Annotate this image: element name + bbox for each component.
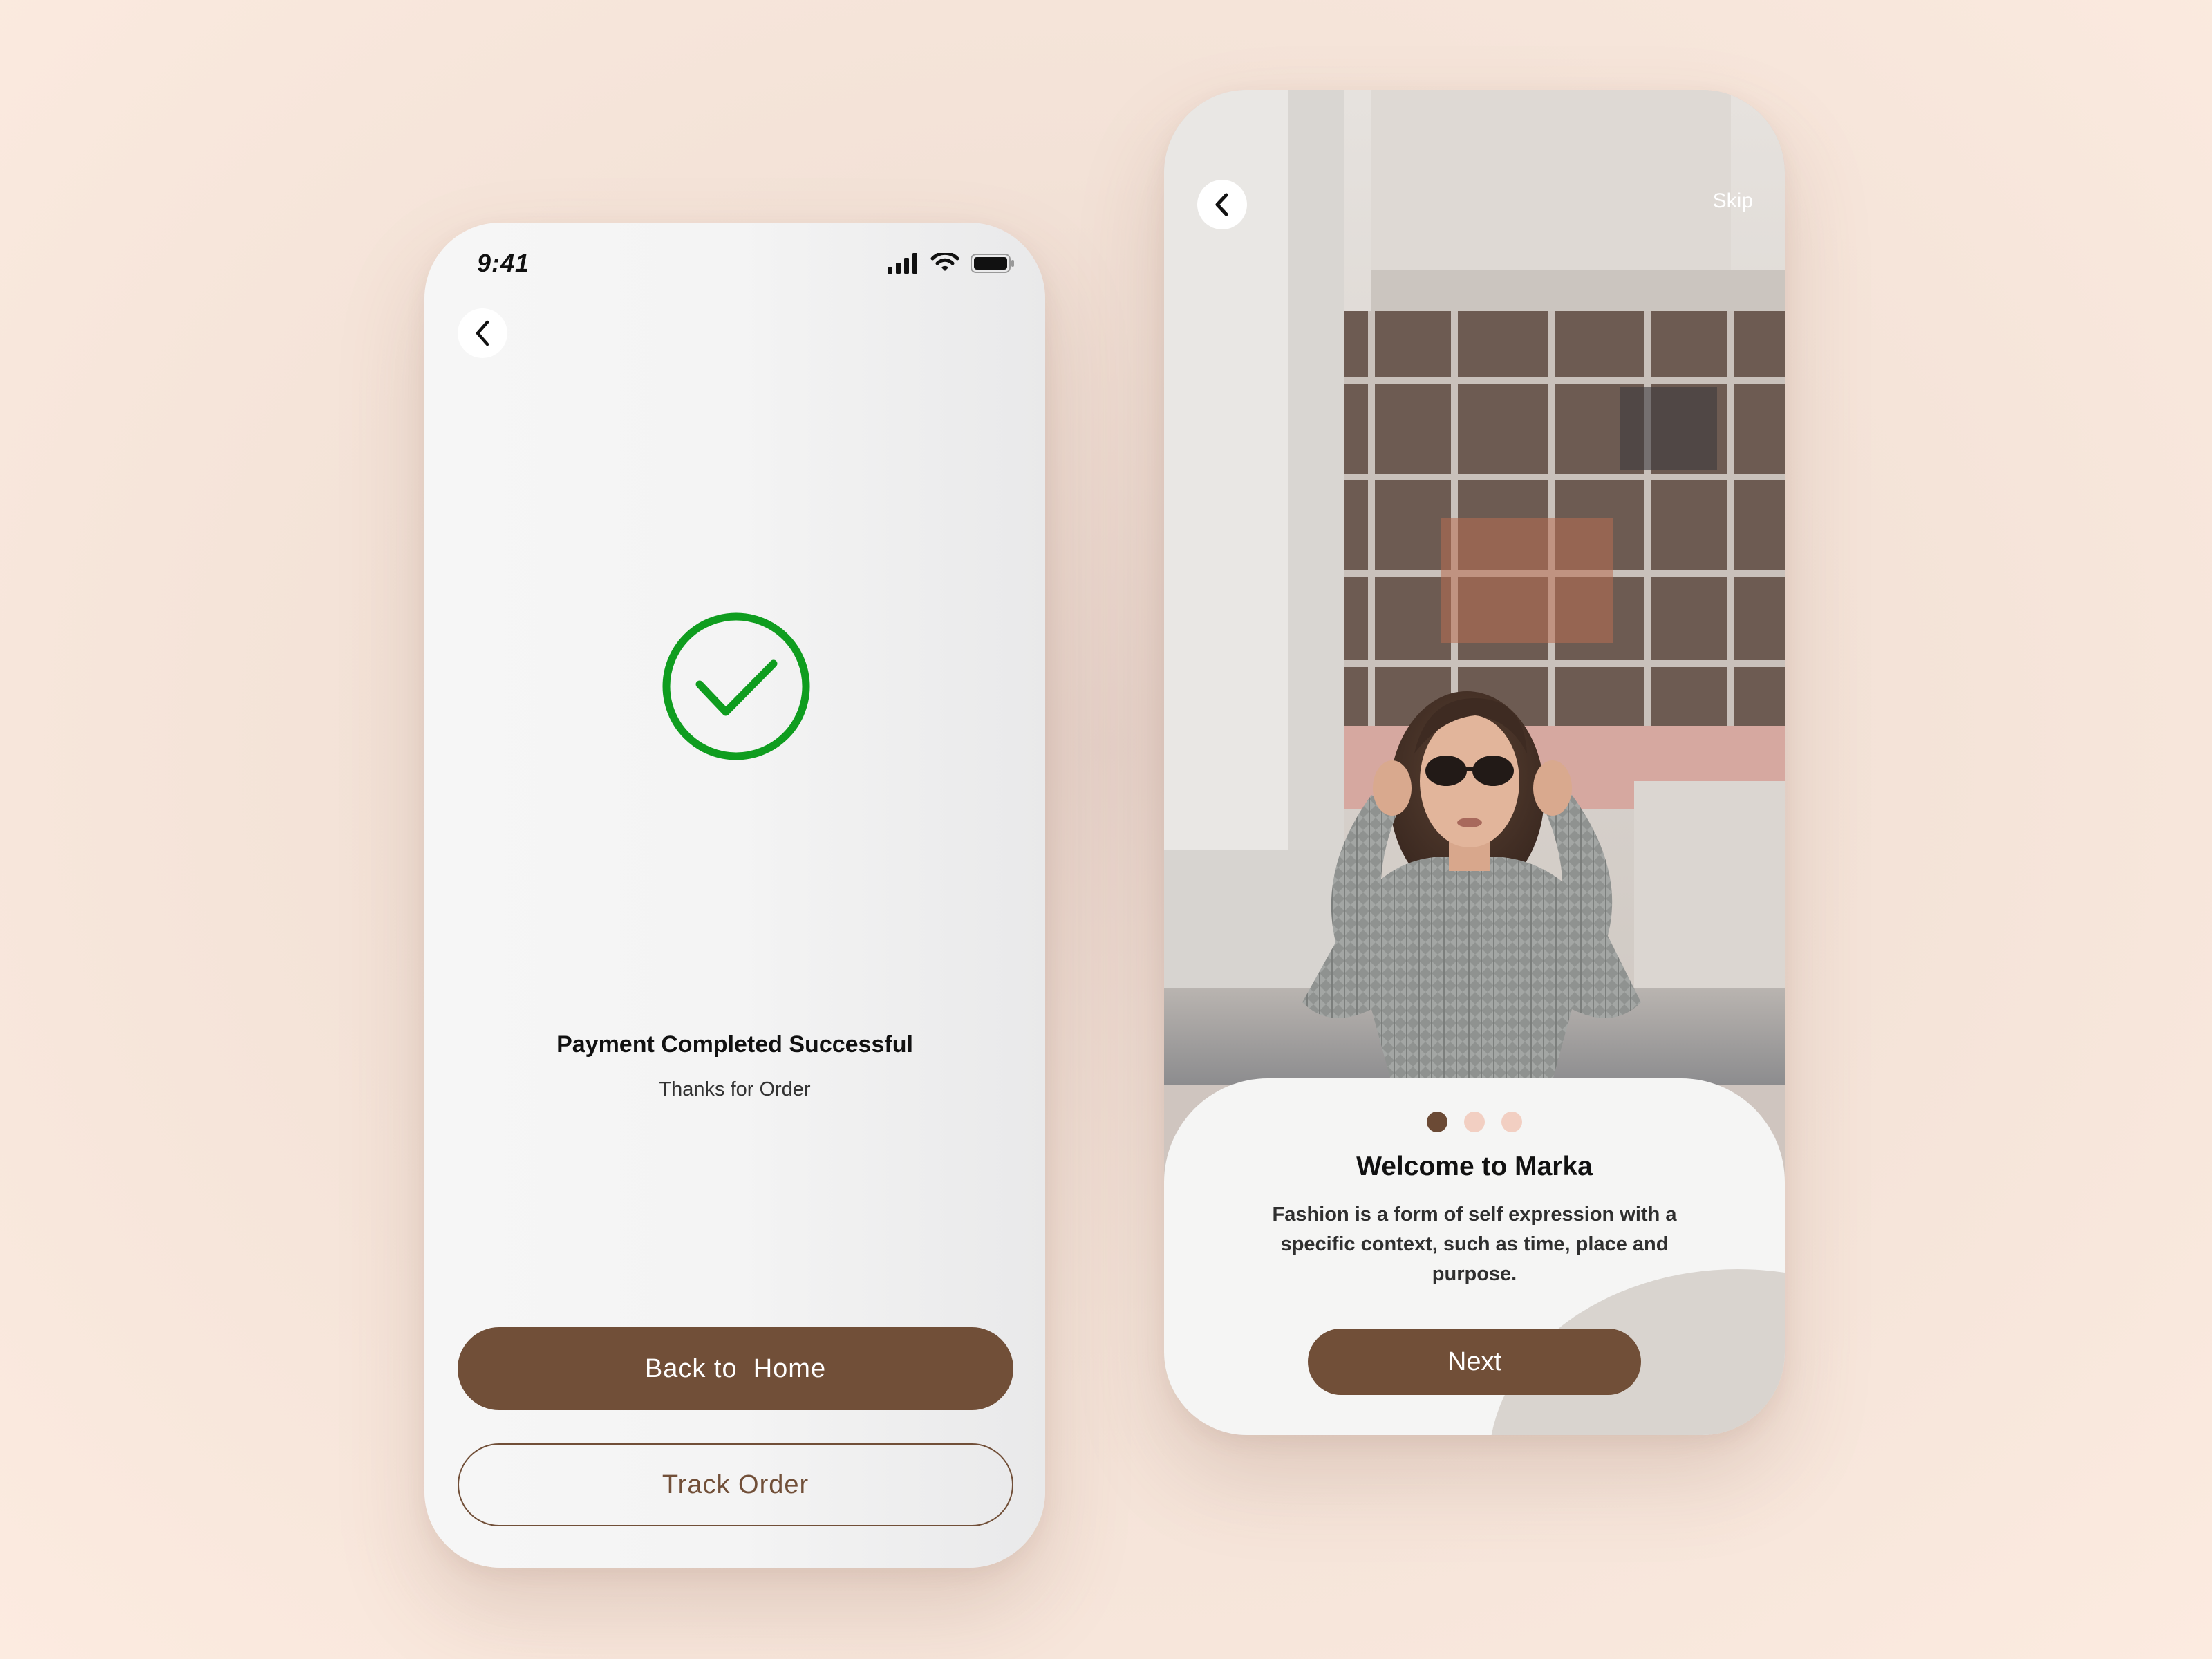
skip-link[interactable]: Skip — [1713, 189, 1753, 213]
chevron-left-icon — [1215, 193, 1228, 216]
onboarding-screen: Skip Welcome to Marka Fashion is a form … — [1164, 90, 1785, 1435]
back-button[interactable] — [1197, 180, 1247, 229]
back-to-home-button[interactable]: Back to Home — [458, 1327, 1013, 1410]
back-button[interactable] — [458, 308, 507, 358]
next-button[interactable]: Next — [1308, 1329, 1641, 1395]
payment-subtitle: Thanks for Order — [659, 1078, 811, 1100]
pagination-dot[interactable] — [1464, 1112, 1485, 1132]
wifi-icon — [930, 253, 959, 271]
pagination-dot[interactable] — [1501, 1112, 1522, 1132]
onboarding-title: Welcome to Marka — [1356, 1152, 1593, 1181]
status-bar-icons — [888, 253, 1015, 274]
track-order-button[interactable]: Track Order — [458, 1443, 1013, 1526]
success-check-icon — [661, 611, 812, 762]
payment-success-screen: 9:41 Payment Completed Successful Thanks… — [424, 223, 1045, 1568]
onboarding-bottom-sheet: Welcome to Marka Fashion is a form of se… — [1164, 1078, 1785, 1435]
cellular-signal-icon — [888, 253, 917, 274]
chevron-left-icon — [476, 320, 489, 346]
onboarding-description: Fashion is a form of self expression wit… — [1272, 1203, 1677, 1285]
battery-icon — [971, 254, 1014, 273]
pagination-dot-active[interactable] — [1427, 1112, 1447, 1132]
status-bar-time: 9:41 — [477, 249, 530, 277]
pagination-dots — [1164, 1112, 1785, 1132]
woman-in-sweater-and-sunglasses-photo — [1164, 90, 1785, 1085]
payment-title: Payment Completed Successful — [556, 1031, 913, 1058]
